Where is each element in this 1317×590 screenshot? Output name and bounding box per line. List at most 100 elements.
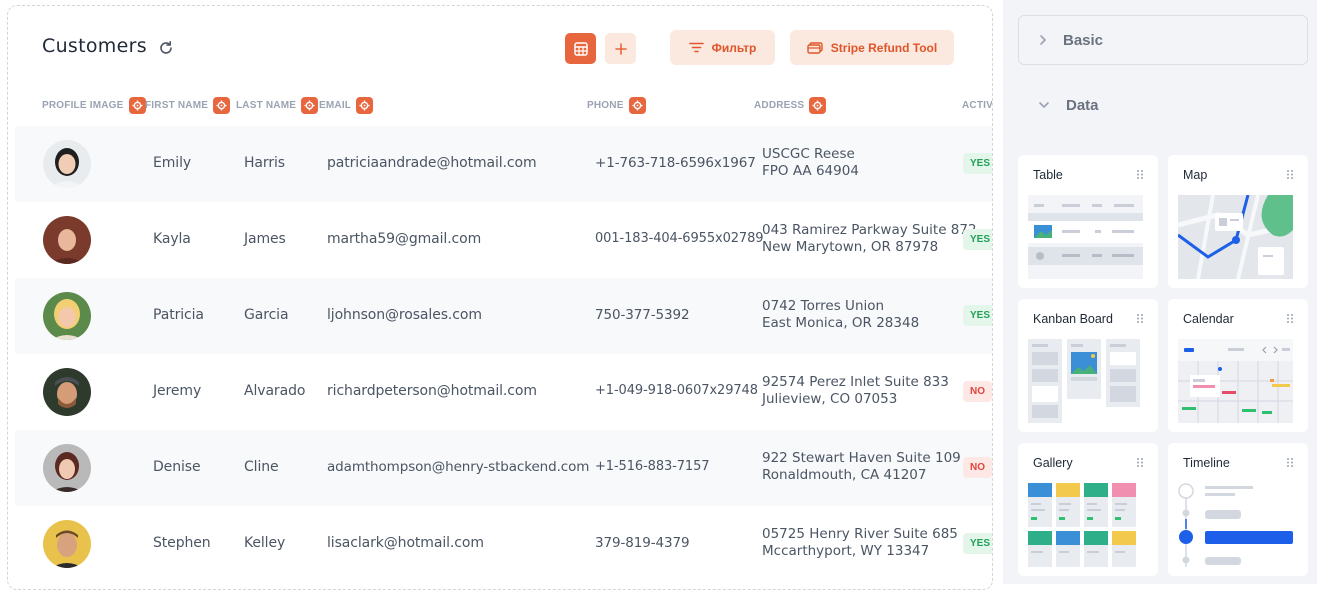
avatar bbox=[43, 368, 91, 416]
drag-handle-icon[interactable] bbox=[1286, 313, 1294, 324]
address: 043 Ramirez Parkway Suite 872 New Marytow… bbox=[762, 222, 977, 256]
card-label: Map bbox=[1183, 168, 1208, 182]
email: adamthompson@henry-stbackend.com bbox=[327, 459, 590, 475]
stripe-refund-button[interactable]: Stripe Refund Tool bbox=[790, 30, 954, 65]
filter-icon bbox=[688, 42, 704, 53]
filter-label: Фильтр bbox=[711, 40, 757, 55]
address: 05725 Henry River Suite 685 Mccarthyport,… bbox=[762, 526, 958, 560]
add-button[interactable] bbox=[605, 33, 636, 64]
accordion-basic-label: Basic bbox=[1063, 31, 1104, 49]
gear-icon[interactable] bbox=[809, 96, 827, 114]
component-card-gallery[interactable]: Gallery bbox=[1018, 443, 1158, 576]
credit-card-icon bbox=[807, 41, 823, 54]
phone: +1-516-883-7157 bbox=[595, 459, 710, 474]
card-label: Kanban Board bbox=[1033, 312, 1113, 326]
status-badge: YES bbox=[963, 305, 992, 326]
last-name: Garcia bbox=[244, 307, 289, 323]
column-header-active[interactable]: ACTIV bbox=[962, 94, 992, 116]
last-name: Alvarado bbox=[244, 383, 306, 399]
email: martha59@gmail.com bbox=[327, 231, 482, 247]
phone: 001-183-404-6955x02789 bbox=[595, 231, 764, 246]
table-row[interactable]: Patricia Garcia ljohnson@rosales.com 750… bbox=[15, 278, 992, 354]
address-line-2: Julieview, CO 07053 bbox=[762, 391, 898, 407]
gear-icon[interactable] bbox=[356, 96, 374, 114]
map-preview-icon bbox=[1178, 195, 1293, 279]
phone: +1-763-718-6596x1967 bbox=[595, 155, 756, 171]
drag-handle-icon[interactable] bbox=[1136, 313, 1144, 324]
chevron-down-icon bbox=[1039, 102, 1049, 108]
table-icon bbox=[573, 41, 588, 56]
accordion-basic[interactable]: Basic bbox=[1018, 15, 1308, 65]
table-preview-icon bbox=[1028, 195, 1143, 279]
filter-button[interactable]: Фильтр bbox=[670, 30, 775, 65]
customers-panel: Customers Фильтр Stripe Refund Tool PROF… bbox=[7, 5, 993, 590]
address-line-2: East Monica, OR 28348 bbox=[762, 315, 920, 331]
gear-icon[interactable] bbox=[213, 96, 231, 114]
first-name: Jeremy bbox=[153, 383, 202, 399]
table-view-button[interactable] bbox=[565, 33, 596, 64]
status-badge: YES bbox=[963, 229, 992, 250]
first-name: Patricia bbox=[153, 307, 204, 323]
table-row[interactable]: Kayla James martha59@gmail.com 001-183-4… bbox=[15, 202, 992, 278]
component-card-timeline[interactable]: Timeline bbox=[1168, 443, 1308, 576]
email: richardpeterson@hotmail.com bbox=[327, 383, 537, 399]
status-badge: NO bbox=[963, 457, 992, 478]
table-row[interactable]: Denise Cline adamthompson@henry-stbacken… bbox=[15, 430, 992, 506]
status-badge: NO bbox=[963, 381, 992, 402]
drag-handle-icon[interactable] bbox=[1286, 169, 1294, 180]
component-card-calendar[interactable]: Calendar bbox=[1168, 299, 1308, 432]
column-header-address[interactable]: ADDRESS bbox=[754, 94, 827, 116]
drag-handle-icon[interactable] bbox=[1136, 457, 1144, 468]
address-line-1: 0742 Torres Union bbox=[762, 298, 885, 314]
column-label: PROFILE IMAGE bbox=[42, 99, 124, 111]
phone: 379-819-4379 bbox=[595, 535, 690, 551]
gear-icon[interactable] bbox=[301, 96, 319, 114]
card-label: Gallery bbox=[1033, 456, 1073, 470]
table-header: PROFILE IMAGE FIRST NAME LAST NAME EMAIL… bbox=[8, 94, 992, 126]
gear-icon[interactable] bbox=[128, 96, 146, 114]
address-line-1: USCGC Reese bbox=[762, 146, 855, 162]
column-header-first-name[interactable]: FIRST NAME bbox=[145, 94, 231, 116]
avatar bbox=[43, 444, 91, 492]
address: 92574 Perez Inlet Suite 833 Julieview, CO… bbox=[762, 374, 949, 408]
component-card-kanban-board[interactable]: Kanban Board bbox=[1018, 299, 1158, 432]
avatar bbox=[43, 140, 91, 188]
phone: 750-377-5392 bbox=[595, 307, 690, 323]
address-line-1: 05725 Henry River Suite 685 bbox=[762, 526, 958, 542]
email: patriciaandrade@hotmail.com bbox=[327, 155, 537, 171]
drag-handle-icon[interactable] bbox=[1286, 457, 1294, 468]
drag-handle-icon[interactable] bbox=[1136, 169, 1144, 180]
avatar bbox=[43, 520, 91, 568]
gear-icon[interactable] bbox=[628, 96, 646, 114]
card-label: Table bbox=[1033, 168, 1063, 182]
column-header-last-name[interactable]: LAST NAME bbox=[236, 94, 319, 116]
table-row[interactable]: Jeremy Alvarado richardpeterson@hotmail.… bbox=[15, 354, 992, 430]
chevron-right-icon bbox=[1040, 35, 1046, 45]
column-header-profile-image[interactable]: PROFILE IMAGE bbox=[42, 94, 146, 116]
address-line-2: Mccarthyport, WY 13347 bbox=[762, 543, 930, 559]
column-label: EMAIL bbox=[319, 99, 352, 111]
avatar bbox=[43, 292, 91, 340]
column-header-email[interactable]: EMAIL bbox=[319, 94, 374, 116]
address-line-1: 922 Stewart Haven Suite 109 bbox=[762, 450, 961, 466]
accordion-data[interactable]: Data bbox=[1018, 80, 1308, 130]
table-row[interactable]: Stephen Kelley lisaclark@hotmail.com 379… bbox=[15, 506, 992, 582]
card-label: Timeline bbox=[1183, 456, 1230, 470]
email: ljohnson@rosales.com bbox=[327, 307, 482, 323]
page-title: Customers bbox=[42, 35, 147, 57]
address-line-2: New Marytown, OR 87978 bbox=[762, 239, 939, 255]
gallery-preview-icon bbox=[1028, 483, 1136, 567]
table-row[interactable]: Emily Harris patriciaandrade@hotmail.com… bbox=[15, 126, 992, 202]
first-name: Kayla bbox=[153, 231, 191, 247]
status-badge: YES bbox=[963, 153, 992, 174]
component-card-map[interactable]: Map bbox=[1168, 155, 1308, 288]
component-card-table[interactable]: Table bbox=[1018, 155, 1158, 288]
address: USCGC Reese FPO AA 64904 bbox=[762, 146, 859, 180]
address: 0742 Torres Union East Monica, OR 28348 bbox=[762, 298, 919, 332]
refresh-icon[interactable] bbox=[158, 40, 174, 56]
column-label: FIRST NAME bbox=[145, 99, 209, 111]
first-name: Emily bbox=[153, 155, 192, 171]
first-name: Denise bbox=[153, 459, 201, 475]
column-header-phone[interactable]: PHONE bbox=[587, 94, 646, 116]
address-line-1: 043 Ramirez Parkway Suite 872 bbox=[762, 222, 977, 238]
